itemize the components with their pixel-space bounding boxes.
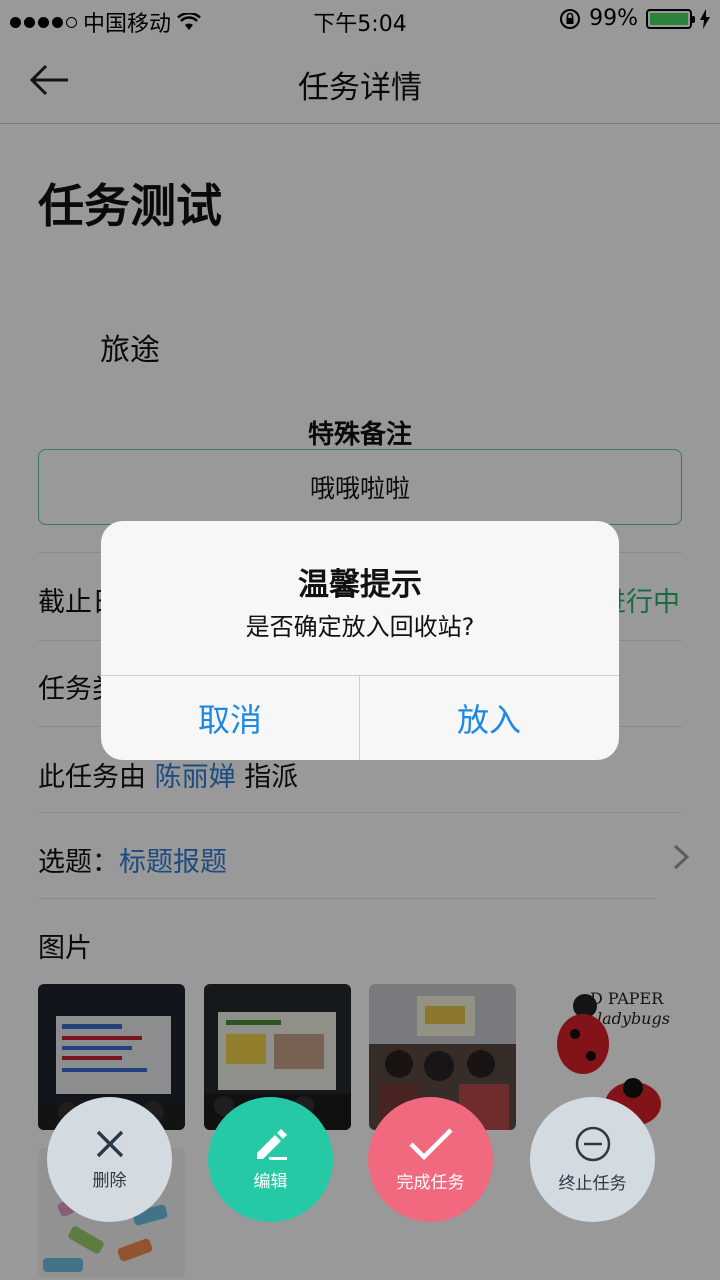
complete-task-label: 完成任务 — [396, 1173, 465, 1193]
move-to-trash-button[interactable]: 放入 — [360, 676, 618, 760]
edit-label: 编辑 — [253, 1172, 288, 1192]
dialog-message: 是否确定放入回收站? — [245, 613, 475, 641]
complete-task-button[interactable]: 完成任务 — [368, 1097, 493, 1222]
edit-button[interactable]: 编辑 — [208, 1097, 333, 1222]
stop-task-button[interactable]: 终止任务 — [530, 1097, 655, 1222]
check-icon — [408, 1128, 453, 1161]
cancel-button[interactable]: 取消 — [101, 676, 359, 760]
minus-circle-icon — [575, 1126, 610, 1162]
stop-task-label: 终止任务 — [558, 1174, 627, 1194]
confirm-dialog: 温馨提示 是否确定放入回收站? 取消 放入 — [101, 521, 619, 760]
pencil-icon — [256, 1129, 287, 1160]
delete-label: 删除 — [92, 1171, 127, 1191]
dialog-title: 温馨提示 — [298, 567, 422, 603]
delete-button[interactable]: 删除 — [47, 1097, 172, 1222]
close-icon — [96, 1130, 123, 1158]
